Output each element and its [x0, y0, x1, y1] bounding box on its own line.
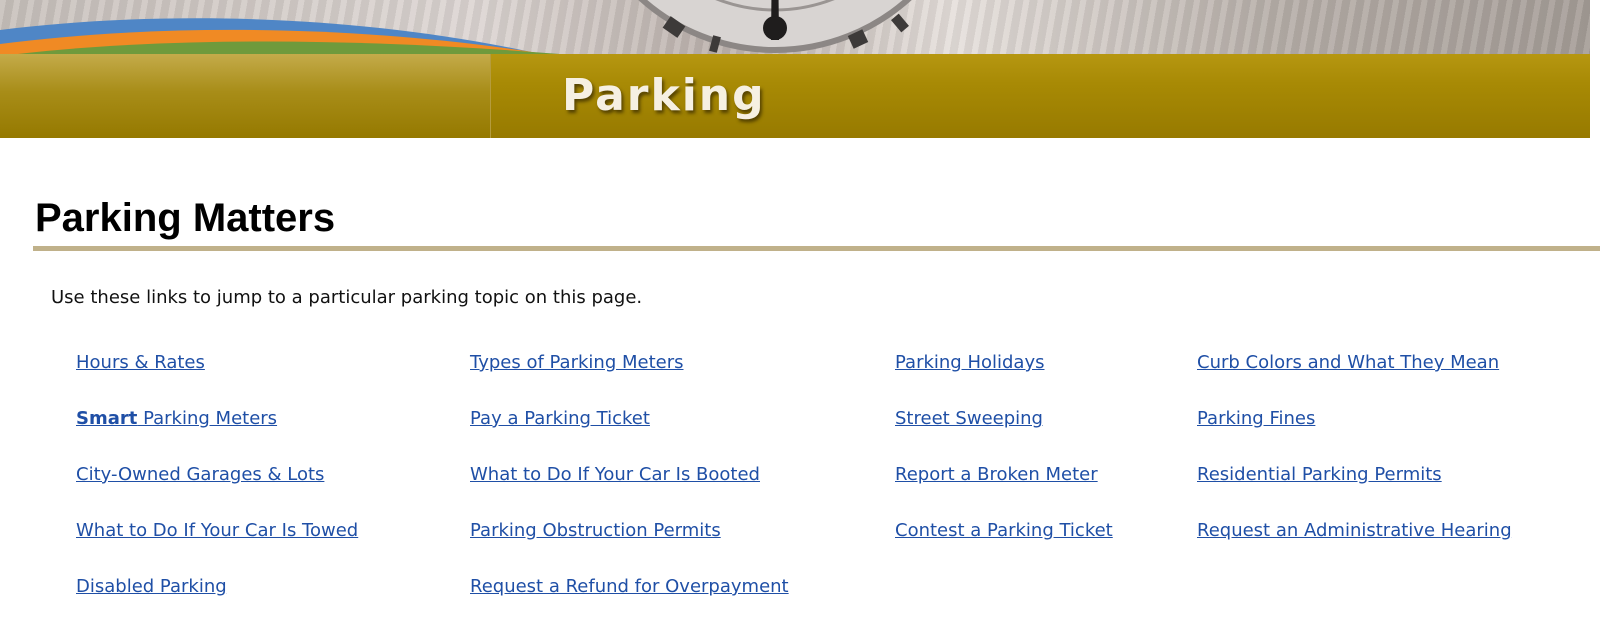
link-street-sweeping[interactable]: Street Sweeping [895, 408, 1043, 429]
link-contest-ticket[interactable]: Contest a Parking Ticket [895, 520, 1113, 541]
link-report-broken-meter[interactable]: Report a Broken Meter [895, 464, 1098, 485]
link-smart-parking-meters[interactable]: Smart Parking Meters [76, 408, 277, 429]
link-refund-overpayment[interactable]: Request a Refund for Overpayment [470, 576, 789, 597]
link-city-owned-garages[interactable]: City-Owned Garages & Lots [76, 464, 324, 485]
link-car-booted[interactable]: What to Do If Your Car Is Booted [470, 464, 760, 485]
page-title: Parking Matters [35, 196, 336, 240]
link-obstruction-permits[interactable]: Parking Obstruction Permits [470, 520, 721, 541]
heading-divider [33, 246, 1600, 251]
link-curb-colors[interactable]: Curb Colors and What They Mean [1197, 352, 1499, 373]
link-pay-ticket[interactable]: Pay a Parking Ticket [470, 408, 650, 429]
intro-text: Use these links to jump to a particular … [51, 287, 643, 308]
link-parking-fines[interactable]: Parking Fines [1197, 408, 1315, 429]
link-smart-label: Smart [76, 408, 138, 429]
page: Parking Parking Matters Use these links … [0, 0, 1600, 643]
link-hours-rates[interactable]: Hours & Rates [76, 352, 205, 373]
clock-face-image [638, 0, 912, 53]
link-disabled-parking[interactable]: Disabled Parking [76, 576, 227, 597]
link-parking-holidays[interactable]: Parking Holidays [895, 352, 1045, 373]
parking-banner: Parking [0, 0, 1590, 138]
link-admin-hearing[interactable]: Request an Administrative Hearing [1197, 520, 1512, 541]
link-types-of-meters[interactable]: Types of Parking Meters [470, 352, 684, 373]
banner-bar-left-panel [0, 54, 491, 138]
link-car-towed[interactable]: What to Do If Your Car Is Towed [76, 520, 358, 541]
link-residential-permits[interactable]: Residential Parking Permits [1197, 464, 1442, 485]
banner-title: Parking [562, 70, 766, 121]
link-smart-rest-label: Parking Meters [137, 408, 278, 429]
